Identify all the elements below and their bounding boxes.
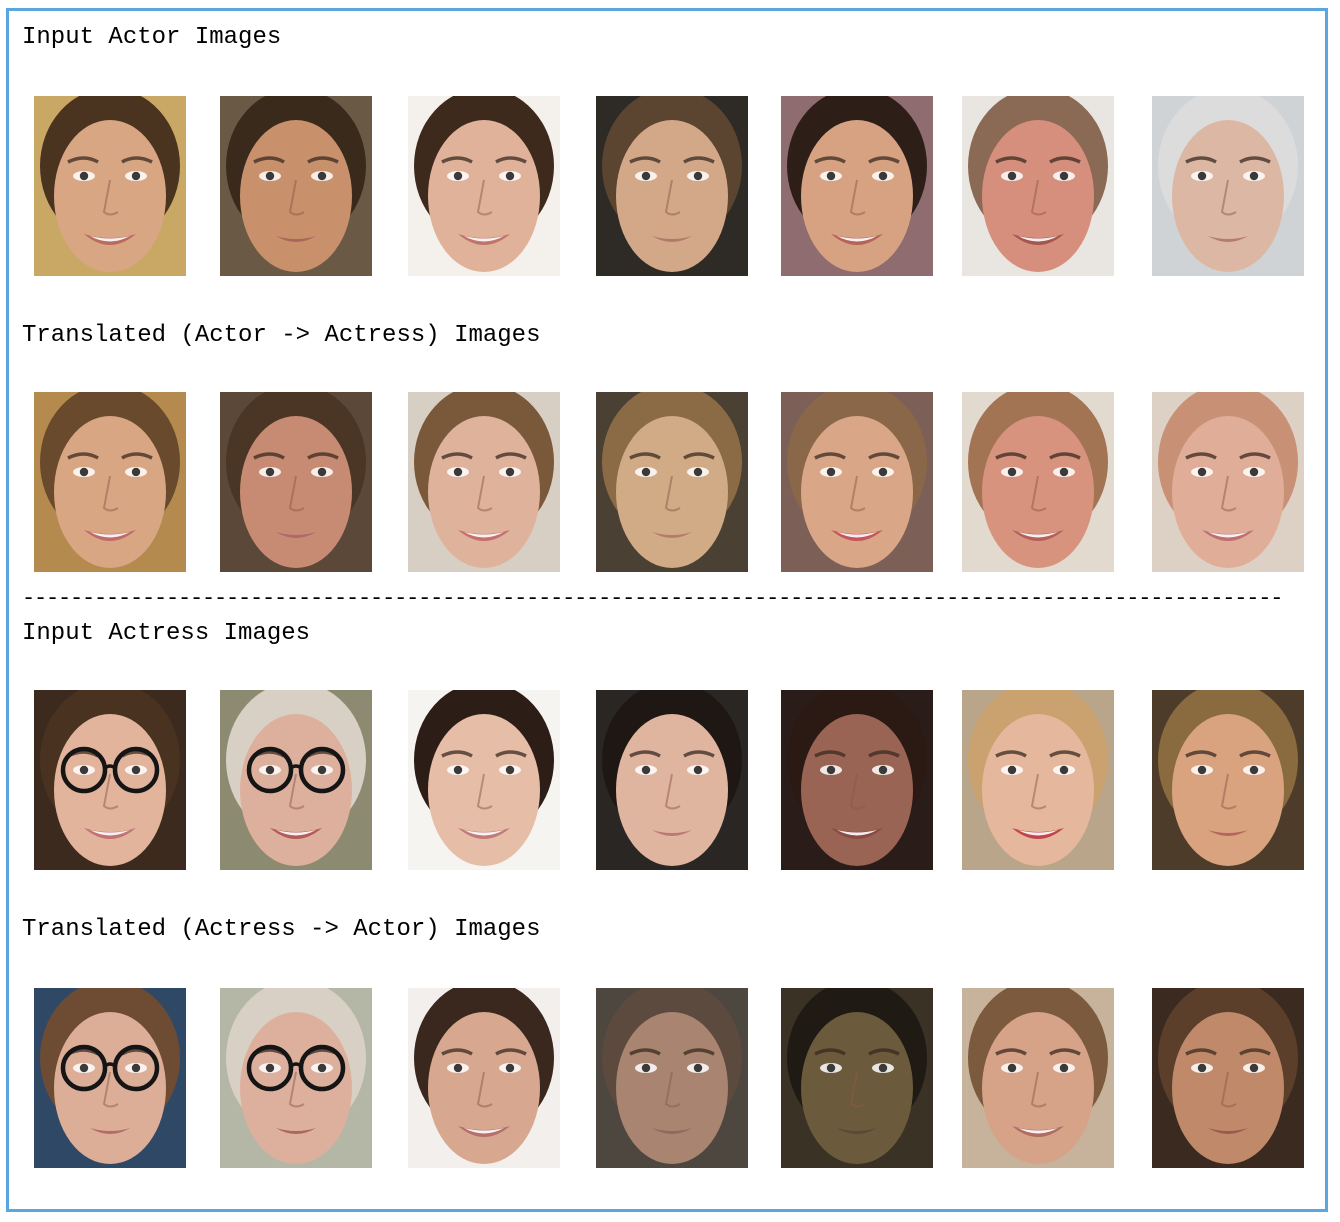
face-row-translated-actress-to-actor [0, 988, 1340, 1170]
translated-actress-face-1 [34, 392, 186, 572]
translated-actor-face-3 [408, 988, 560, 1168]
input-actress-face-1 [34, 690, 186, 870]
section-heading-input-actor: Input Actor Images [22, 24, 282, 51]
input-actor-face-3 [408, 96, 560, 276]
input-actress-face-6 [962, 690, 1114, 870]
input-actor-face-5 [781, 96, 933, 276]
section-heading-translated-actor-to-actress: Translated (Actor -> Actress) Images [22, 322, 541, 349]
translated-actor-face-5 [781, 988, 933, 1168]
face-row-input-actor [0, 96, 1340, 278]
translated-actor-face-7 [1152, 988, 1304, 1168]
translated-actor-face-1 [34, 988, 186, 1168]
translated-actress-face-2 [220, 392, 372, 572]
input-actor-face-6 [962, 96, 1114, 276]
face-row-translated-actor-to-actress [0, 392, 1340, 574]
input-actress-face-3 [408, 690, 560, 870]
translated-actor-face-2 [220, 988, 372, 1168]
input-actress-face-5 [781, 690, 933, 870]
input-actor-face-1 [34, 96, 186, 276]
translated-actress-face-5 [781, 392, 933, 572]
translated-actress-face-6 [962, 392, 1114, 572]
translated-actor-face-6 [962, 988, 1114, 1168]
section-divider: ----------------------------------------… [22, 588, 1283, 610]
translated-actress-face-4 [596, 392, 748, 572]
input-actress-face-2 [220, 690, 372, 870]
input-actress-face-7 [1152, 690, 1304, 870]
translated-actress-face-7 [1152, 392, 1304, 572]
input-actor-face-7 [1152, 96, 1304, 276]
translated-actress-face-3 [408, 392, 560, 572]
face-row-input-actress [0, 690, 1340, 872]
input-actor-face-4 [596, 96, 748, 276]
input-actress-face-4 [596, 690, 748, 870]
section-heading-translated-actress-to-actor: Translated (Actress -> Actor) Images [22, 916, 541, 943]
section-heading-input-actress: Input Actress Images [22, 620, 311, 647]
input-actor-face-2 [220, 96, 372, 276]
translated-actor-face-4 [596, 988, 748, 1168]
